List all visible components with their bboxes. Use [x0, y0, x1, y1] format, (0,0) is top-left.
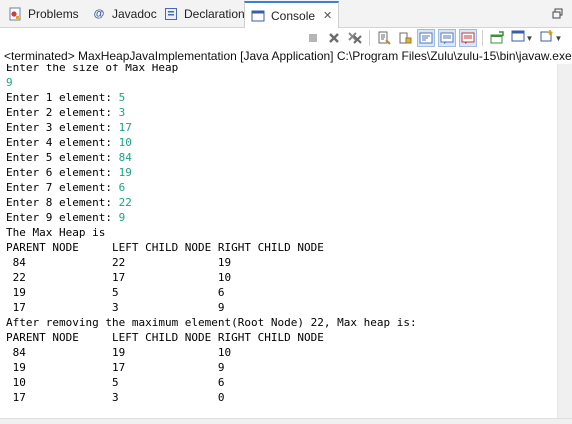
close-icon[interactable]: ✕ [323, 9, 332, 22]
console-line: Enter 8 element: 22 [6, 195, 417, 210]
console-text: Enter the size of Max Heap 9 Enter 1 eleme… [6, 64, 417, 405]
console-output-text: 84 19 10 [6, 346, 232, 359]
console-line: 17 3 9 [6, 300, 417, 315]
console-line: The Max Heap is [6, 225, 417, 240]
console-user-input: 10 [118, 136, 132, 149]
console-output-text: After removing the maximum element(Root … [6, 316, 417, 329]
tab-javadoc[interactable]: @ Javadoc [86, 1, 163, 27]
remove-launch-icon[interactable] [325, 29, 343, 47]
console-line: 10 5 6 [6, 375, 417, 390]
show-on-stderr-icon[interactable] [459, 29, 477, 47]
console-output-text: Enter 5 element: [6, 151, 119, 164]
console-line: Enter 3 element: 17 [6, 120, 417, 135]
console-user-input: 6 [118, 181, 126, 194]
console-line: Enter 7 element: 6 [6, 180, 417, 195]
process-status-label: <terminated> MaxHeapJavaImplementation [… [4, 49, 572, 63]
console-line: 22 17 10 [6, 270, 417, 285]
console-user-input: 22 [118, 196, 132, 209]
tab-declaration[interactable]: Declaration [158, 1, 251, 27]
console-output-text: 17 3 0 [6, 391, 225, 404]
tab-label: Console [271, 8, 316, 23]
chevron-down-icon: ▼ [554, 33, 563, 43]
console-output-text: The Max Heap is [6, 226, 106, 239]
open-console-button[interactable]: ▼ [538, 29, 564, 47]
console-user-input: 19 [118, 166, 132, 179]
console-output-text: 19 17 9 [6, 361, 225, 374]
terminate-icon[interactable] [304, 29, 322, 47]
console-line: Enter 4 element: 10 [6, 135, 417, 150]
console-output-text: 84 22 19 [6, 256, 232, 269]
console-user-input: 9 [6, 76, 13, 89]
console-user-input: 9 [118, 211, 126, 224]
console-output-text: PARENT NODE LEFT CHILD NODE RIGHT CHILD … [6, 241, 324, 254]
console-user-input: 3 [118, 106, 126, 119]
console-output-text: Enter 9 element: [6, 211, 119, 224]
console-line: Enter 6 element: 19 [6, 165, 417, 180]
console-output-text: Enter 2 element: [6, 106, 119, 119]
console-user-input: 5 [118, 91, 126, 104]
console-line: 9 [6, 75, 417, 90]
pin-console-icon[interactable] [488, 29, 506, 47]
console-line: PARENT NODE LEFT CHILD NODE RIGHT CHILD … [6, 330, 417, 345]
console-output-text: PARENT NODE LEFT CHILD NODE RIGHT CHILD … [6, 331, 324, 344]
open-console-icon [540, 29, 554, 48]
console-icon [250, 8, 266, 24]
scroll-lock-icon[interactable] [396, 29, 414, 47]
console-line: 84 22 19 [6, 255, 417, 270]
tab-label: Declaration [184, 7, 245, 21]
console-line: PARENT NODE LEFT CHILD NODE RIGHT CHILD … [6, 240, 417, 255]
tab-console[interactable]: Console ✕ [244, 1, 340, 28]
console-line: Enter the size of Max Heap [6, 64, 417, 75]
console-output-text: Enter 4 element: [6, 136, 119, 149]
word-wrap-icon[interactable] [417, 29, 435, 47]
console-output-text: Enter 7 element: [6, 181, 119, 194]
remove-all-terminated-icon[interactable] [346, 29, 364, 47]
console-user-input: 84 [118, 151, 132, 164]
console-output-text: Enter the size of Max Heap [6, 64, 179, 74]
console-line: 19 17 9 [6, 360, 417, 375]
toolbar-separator [369, 30, 370, 46]
show-on-stdout-icon[interactable] [438, 29, 456, 47]
console-output[interactable]: Enter the size of Max Heap 9 Enter 1 eleme… [0, 64, 556, 418]
problems-icon [7, 6, 23, 22]
restore-icon[interactable] [550, 6, 564, 20]
display-console-icon [511, 29, 525, 48]
chevron-down-icon: ▼ [525, 33, 534, 43]
console-output-text: 19 5 6 [6, 286, 225, 299]
console-line: Enter 1 element: 5 [6, 90, 417, 105]
console-line: Enter 9 element: 9 [6, 210, 417, 225]
toolbar-separator [482, 30, 483, 46]
console-line: 17 3 0 [6, 390, 417, 405]
tab-label: Problems [28, 7, 79, 21]
console-output-text: 22 17 10 [6, 271, 232, 284]
console-user-input: 17 [118, 121, 132, 134]
vertical-scrollbar[interactable] [557, 64, 572, 418]
console-toolbar: ▼ ▼ [304, 28, 564, 48]
console-output-text: Enter 3 element: [6, 121, 119, 134]
console-output-text: 17 3 9 [6, 301, 225, 314]
at-icon: @ [93, 8, 105, 20]
console-line: 19 5 6 [6, 285, 417, 300]
console-output-text: 10 5 6 [6, 376, 225, 389]
console-output-text: Enter 8 element: [6, 196, 119, 209]
tab-problems[interactable]: Problems [2, 1, 85, 27]
console-output-text: Enter 6 element: [6, 166, 119, 179]
view-tab-bar: Problems @ Javadoc Declaration Console ✕ [0, 0, 572, 28]
display-selected-console-button[interactable]: ▼ [509, 29, 535, 47]
tab-label: Javadoc [112, 7, 157, 21]
declaration-icon [163, 6, 179, 22]
console-line: After removing the maximum element(Root … [6, 315, 417, 330]
horizontal-scrollbar[interactable] [0, 418, 572, 424]
console-line: Enter 2 element: 3 [6, 105, 417, 120]
clear-console-icon[interactable] [375, 29, 393, 47]
console-line: 84 19 10 [6, 345, 417, 360]
console-line: Enter 5 element: 84 [6, 150, 417, 165]
console-output-text: Enter 1 element: [6, 91, 119, 104]
